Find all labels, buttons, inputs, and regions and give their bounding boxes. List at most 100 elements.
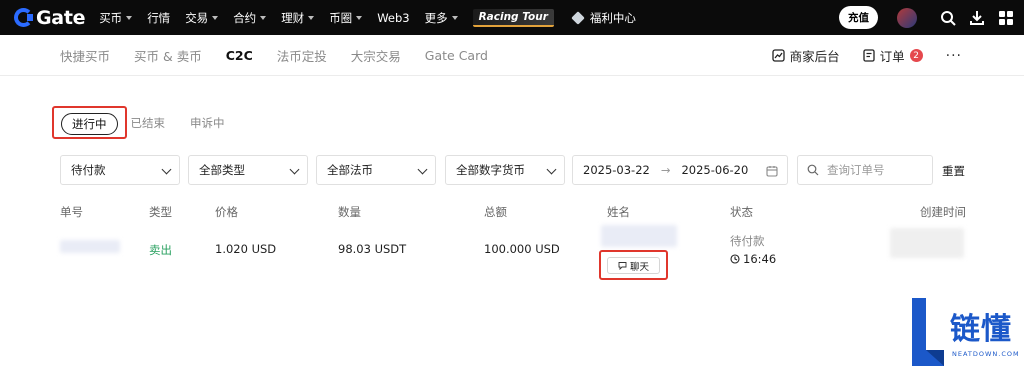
c2c-sub-navigation: 快捷买币 买币 & 卖币 C2C 法币定投 大宗交易 Gate Card 商家后… [0, 35, 1024, 76]
reset-button[interactable]: 重置 [942, 163, 965, 179]
chevron-down-icon [161, 164, 172, 175]
chat-label: 聊天 [629, 261, 649, 273]
search-icon [807, 164, 819, 176]
calendar-icon[interactable] [766, 165, 778, 177]
avatar[interactable] [897, 7, 917, 28]
watermark-logo-icon [912, 298, 944, 366]
nav-label: 理财 [281, 10, 305, 25]
tab-gate-card[interactable]: Gate Card [425, 48, 488, 63]
sub-nav-actions: 商家后台 订单 2 ··· [771, 35, 1024, 76]
column-header-type: 类型 [149, 205, 172, 219]
chevron-down-icon [308, 15, 315, 20]
crypto-filter-select[interactable]: 全部数字货币 [445, 155, 565, 185]
select-value: 全部法币 [327, 163, 373, 177]
nav-item-community[interactable]: 币圈 [329, 10, 363, 26]
nav-label: Web3 [377, 10, 410, 25]
column-header-total: 总额 [484, 205, 507, 219]
merchant-dashboard-button[interactable]: 商家后台 [771, 46, 840, 65]
nav-item-futures[interactable]: 合约 [233, 10, 267, 26]
tab-buy-sell[interactable]: 买币 & 卖币 [134, 46, 202, 65]
top-navigation-bar: Gate 买币 行情 交易 合约 理财 币圈 Web3 更多 Racing To… [0, 0, 1024, 35]
tab-quick-buy[interactable]: 快捷买币 [60, 46, 110, 65]
tab-c2c[interactable]: C2C [226, 48, 253, 63]
arrow-right-icon: → [660, 163, 671, 177]
gate-logo[interactable]: Gate [14, 0, 85, 35]
nav-label: 币圈 [329, 10, 353, 25]
fiat-filter-select[interactable]: 全部法币 [316, 155, 436, 185]
tab-ended[interactable]: 已结束 [131, 115, 166, 131]
nav-label: 行情 [147, 10, 171, 25]
type-filter-select[interactable]: 全部类型 [188, 155, 308, 185]
tab-fiat-dca[interactable]: 法币定投 [277, 46, 327, 65]
order-total: 100.000 USD [484, 242, 560, 256]
more-options-icon[interactable]: ··· [946, 48, 962, 64]
chevron-down-icon [260, 15, 267, 20]
order-status: 待付款 [730, 234, 765, 248]
chat-button[interactable]: 聊天 [607, 257, 660, 274]
merchant-label: 商家后台 [789, 49, 840, 64]
column-header-name: 姓名 [607, 205, 630, 219]
column-header-price: 价格 [215, 205, 238, 219]
tab-block-trade[interactable]: 大宗交易 [351, 46, 401, 65]
nav-item-earn[interactable]: 理财 [281, 10, 315, 26]
nav-item-web3[interactable]: Web3 [377, 11, 409, 25]
document-icon [862, 49, 875, 62]
tab-in-progress[interactable]: 进行中 [61, 113, 118, 135]
select-value: 全部数字货币 [456, 163, 525, 177]
column-header-created-time: 创建时间 [920, 205, 966, 219]
column-header-status: 状态 [730, 205, 753, 219]
chat-bubble-icon [618, 262, 627, 270]
select-value: 全部类型 [199, 163, 245, 177]
nav-item-more[interactable]: 更多 [425, 10, 458, 26]
orders-label: 订单 [879, 49, 905, 64]
status-filter-select[interactable]: 待付款 [60, 155, 180, 185]
nav-item-markets[interactable]: 行情 [147, 10, 170, 26]
highlight-box: 进行中 [52, 106, 127, 139]
order-number-redacted[interactable] [60, 240, 120, 253]
welfare-center-link[interactable]: 福利中心 [571, 10, 636, 26]
created-time-redacted [890, 228, 964, 258]
date-from[interactable]: 2025-03-22 [583, 163, 650, 177]
column-header-order-no: 单号 [60, 205, 83, 219]
date-range-picker[interactable]: 2025-03-22 → 2025-06-20 [572, 155, 788, 185]
chevron-down-icon [289, 164, 300, 175]
search-icon[interactable] [940, 10, 956, 26]
nav-item-trade[interactable]: 交易 [185, 10, 219, 26]
nav-label: 更多 [424, 10, 448, 25]
neatdown-watermark: 链懂 NEATDOWN.COM [910, 298, 1024, 366]
chevron-down-icon [126, 15, 133, 20]
date-to[interactable]: 2025-06-20 [681, 163, 748, 177]
order-search-box[interactable] [797, 155, 933, 185]
welfare-label: 福利中心 [589, 10, 636, 25]
logo-text: Gate [36, 6, 86, 29]
gate-logo-mark-icon [14, 8, 33, 27]
chart-box-icon [771, 49, 785, 62]
top-right-actions: 充值 [839, 0, 1024, 35]
orders-button[interactable]: 订单 2 [862, 46, 923, 65]
nav-label: 交易 [185, 10, 209, 25]
nav-label: 买币 [99, 10, 123, 25]
deposit-button[interactable]: 充值 [839, 6, 878, 29]
payment-countdown: 16:46 [730, 252, 776, 266]
apps-grid-icon[interactable] [998, 10, 1014, 26]
download-icon[interactable] [969, 10, 985, 26]
nav-label: 合约 [233, 10, 257, 25]
order-type-sell: 卖出 [149, 243, 172, 257]
select-value: 待付款 [71, 163, 106, 177]
chevron-down-icon [546, 164, 557, 175]
chevron-down-icon [451, 15, 458, 20]
column-header-quantity: 数量 [338, 205, 361, 219]
chevron-down-icon [356, 15, 363, 20]
clock-icon [730, 254, 740, 264]
counterparty-name-redacted [601, 225, 677, 247]
order-number-search-input[interactable] [827, 163, 923, 177]
tab-appeal[interactable]: 申诉中 [190, 115, 225, 131]
watermark-subtext: NEATDOWN.COM [952, 350, 1020, 358]
order-status-tabs: 进行中 已结束 申诉中 [52, 106, 225, 139]
nav-item-buy-crypto[interactable]: 买币 [99, 10, 133, 26]
order-quantity: 98.03 USDT [338, 242, 407, 256]
racing-tour-banner[interactable]: Racing Tour [472, 8, 554, 27]
order-price: 1.020 USD [215, 242, 277, 256]
watermark-text: 链懂 [950, 312, 1012, 347]
gift-cube-icon [571, 10, 585, 25]
